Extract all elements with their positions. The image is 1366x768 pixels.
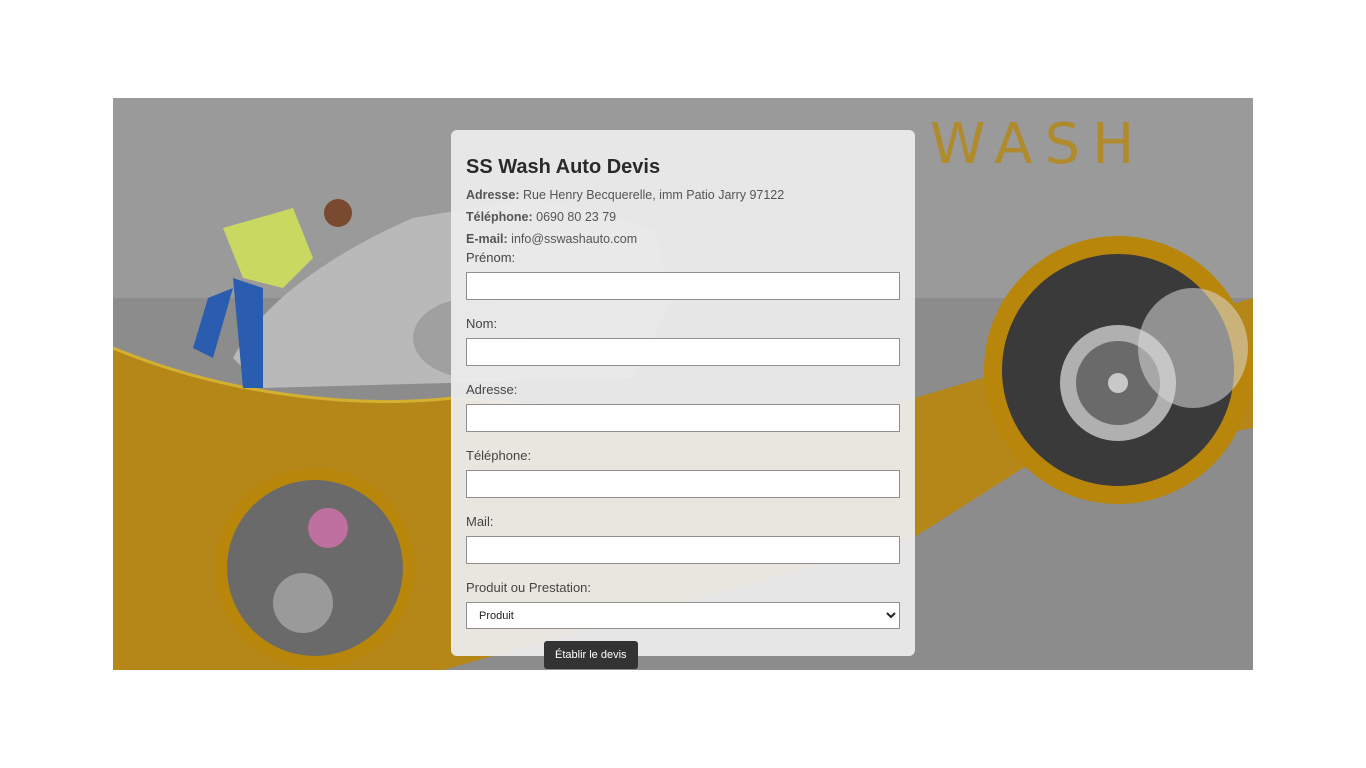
email-info: E-mail: info@sswashauto.com (466, 228, 900, 250)
rim-hub (1108, 373, 1128, 393)
adresse-label: Adresse: (466, 382, 518, 397)
submit-quote-button[interactable]: Établir le devis (544, 641, 638, 669)
phone-value: 0690 80 23 79 (536, 210, 617, 224)
phone-label: Téléphone: (466, 210, 533, 224)
product-select[interactable]: Produit (466, 602, 900, 629)
mail-label: Mail: (466, 514, 494, 529)
email-label: E-mail: (466, 232, 508, 246)
tyre-smoke (1138, 288, 1248, 408)
nom-label: Nom: (466, 316, 498, 331)
prenom-input[interactable] (466, 272, 900, 300)
address-value: Rue Henry Becquerelle, imm Patio Jarry 9… (522, 188, 785, 202)
brand-wash-text: WASH (930, 112, 1147, 177)
form-title: SS Wash Auto Devis (466, 156, 661, 178)
pink-glove (308, 508, 348, 548)
phone-info: Téléphone: 0690 80 23 79 (466, 206, 900, 228)
quote-form-card: SS Wash Auto Devis Adresse: Rue Henry Be… (451, 130, 915, 669)
worker-head (324, 199, 352, 227)
wheel-detail (273, 573, 333, 633)
produit-label: Produit ou Prestation: (466, 580, 592, 595)
mail-input[interactable] (466, 536, 900, 564)
telephone-label: Téléphone: (466, 448, 532, 463)
email-value: info@sswashauto.com (511, 232, 638, 246)
address-info: Adresse: Rue Henry Becquerelle, imm Pati… (466, 184, 900, 206)
address-label: Adresse: (466, 188, 520, 202)
telephone-input[interactable] (466, 470, 900, 498)
adresse-input[interactable] (466, 404, 900, 432)
nom-input[interactable] (466, 338, 900, 366)
prenom-label: Prénom: (466, 250, 516, 265)
